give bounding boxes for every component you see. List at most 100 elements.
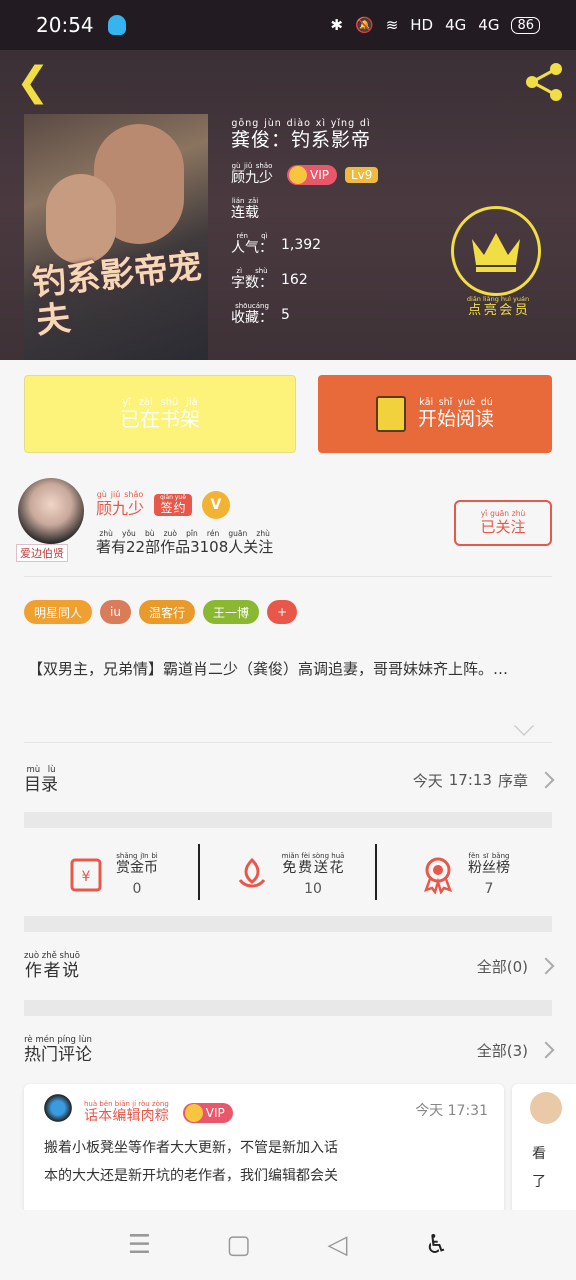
cover-figure	[46, 174, 116, 264]
avatar-badge: 爱边伯贤	[16, 544, 68, 562]
status-icons: ✱ 🔕 ≋ HD 4G 4G 86	[330, 16, 540, 34]
wifi-icon: ≋	[385, 16, 399, 34]
shelf-button[interactable]: 已在书架yǐ zài shū jià	[24, 375, 296, 453]
hot-comments-label: 热门评论rè mén píng lùn	[24, 1035, 92, 1065]
status-row: 连载lián zǎi	[231, 197, 259, 221]
expand-chevron-icon[interactable]	[514, 716, 534, 736]
flower-icon	[238, 857, 265, 888]
book-author[interactable]: 顾九少gù jiǔ shǎo	[231, 162, 273, 187]
signal-2: 4G	[478, 16, 500, 34]
start-reading-button[interactable]: 开始阅读kāi shǐ yuè dú	[318, 375, 552, 453]
author-says-row[interactable]: 作者说zuò zhě shuō 全部(0)	[24, 946, 555, 986]
book-icon	[375, 396, 406, 432]
vip-badge: VIP	[287, 164, 337, 185]
share-icon[interactable]	[522, 60, 566, 104]
accessibility-icon[interactable]: ♿	[423, 1230, 451, 1260]
action-buttons: 已在书架yǐ zài shū jià 开始阅读kāi shǐ yuè dú	[24, 375, 552, 453]
section-band	[24, 1000, 552, 1016]
chevron-right-icon	[537, 771, 555, 789]
crown-icon	[472, 233, 520, 272]
member-button[interactable]	[451, 206, 541, 296]
gift-row: ¥ 赏金币shǎng jīn bì 0 免费送花miǎn fèi sòng huā…	[24, 838, 552, 910]
crown-icon	[289, 165, 307, 184]
hot-comments-row[interactable]: 热门评论rè mén píng lùn 全部(3)	[24, 1030, 555, 1070]
comment-text: 搬着小板凳坐等作者大大更新，不管是新加入话 本的大大还是新开坑的老作者，我们编辑…	[44, 1140, 338, 1184]
commenter-avatar[interactable]	[42, 1092, 74, 1124]
chevron-right-icon	[537, 957, 555, 975]
author-says-all[interactable]: 全部(0)	[477, 956, 555, 977]
book-intro[interactable]: 【双男主，兄弟情】霸道肖二少（龚俊）高调追妻，哥哥妹妹齐上阵。…	[28, 654, 548, 684]
section-band	[24, 812, 552, 828]
send-flower-button[interactable]: 免费送花miǎn fèi sòng huā 10	[200, 838, 376, 910]
reward-count: 0	[132, 880, 142, 897]
catalog-label: 目录mù lù	[24, 765, 58, 795]
serial-status: 连载	[231, 205, 259, 221]
signed-badge: 签约qiān yuē	[154, 493, 192, 516]
author-row: 顾九少gù jiǔ shǎo VIP Lv9	[231, 162, 379, 187]
member-label[interactable]: 点亮会员diǎn liàng huì yuán	[456, 295, 540, 318]
book-title: 龚俊：钓系影帝gōng jùn diào xì yǐng dì	[231, 118, 372, 151]
battery-level: 86	[511, 16, 540, 34]
tag-item[interactable]: 王一博	[202, 600, 259, 624]
book-header: ❮ 钓系影帝宠夫 龚俊：钓系影帝gōng jùn diào xì yǐng dì…	[0, 50, 576, 360]
mute-icon: 🔕	[355, 16, 374, 34]
back-triangle-icon[interactable]: ◁	[324, 1230, 352, 1260]
hd-label: HD	[410, 16, 434, 34]
home-icon[interactable]: ▢	[225, 1230, 253, 1260]
svg-text:¥: ¥	[82, 869, 91, 885]
status-bar: 20:54 ✱ 🔕 ≋ HD 4G 4G 86	[0, 0, 576, 50]
collect-value: 5	[281, 306, 290, 323]
reward-coins-button[interactable]: ¥ 赏金币shǎng jīn bì 0	[24, 838, 200, 910]
level-badge: Lv9	[344, 166, 379, 183]
divider	[24, 576, 552, 577]
words-value: 162	[281, 271, 308, 288]
commenter-name: 话本编辑肉粽	[84, 1108, 169, 1124]
author-stats: 著有22部作品3108人关注zhù yǒu bù zuò pǐn rén guā…	[96, 529, 274, 556]
tag-item[interactable]: 明星同人	[24, 600, 93, 624]
comment-text: 看 了	[532, 1146, 546, 1190]
popularity-value: 1,392	[281, 236, 322, 253]
words-row: 字数：zì shù 162	[231, 267, 308, 291]
menu-icon[interactable]: ☰	[126, 1230, 154, 1260]
author-says-label: 作者说zuò zhě shuō	[24, 951, 80, 981]
book-info: 龚俊：钓系影帝gōng jùn diào xì yǐng dì 顾九少gù ji…	[231, 118, 379, 327]
catalog-day: 今天	[412, 771, 443, 790]
author-name[interactable]: 顾九少gù jiǔ shǎo	[96, 490, 144, 519]
add-tag-button[interactable]: +	[267, 600, 298, 624]
tag-list: 明星同人 iu 温客行 王一博 +	[24, 600, 298, 624]
comment-card[interactable]: 看 了	[512, 1084, 576, 1214]
fan-ranking-button[interactable]: 粉丝榜fěn sī bǎng 7	[376, 838, 552, 910]
hot-comments-all[interactable]: 全部(3)	[477, 1040, 555, 1061]
medal-icon	[423, 857, 453, 894]
book-cover[interactable]: 钓系影帝宠夫	[24, 114, 208, 360]
tag-item[interactable]: iu	[100, 600, 131, 624]
back-icon[interactable]: ❮	[16, 62, 52, 104]
comment-card[interactable]: 话本编辑肉粽huà běn biān jí ròu zòng VIP 今天 17…	[24, 1084, 504, 1214]
qq-icon	[107, 15, 126, 35]
catalog-row[interactable]: 目录mù lù 今天 17:13 序章	[24, 760, 555, 800]
red-envelope-icon: ¥	[70, 858, 102, 892]
section-band	[24, 916, 552, 932]
popularity-row: 人气：rén qì 1,392	[231, 232, 322, 256]
commenter-avatar	[530, 1092, 562, 1124]
chevron-right-icon	[537, 1041, 555, 1059]
system-nav-bar: ☰ ▢ ◁ ♿	[0, 1210, 576, 1280]
author-name-row: 顾九少gù jiǔ shǎo 签约qiān yuē V	[96, 490, 230, 519]
signal-1: 4G	[445, 16, 467, 34]
bluetooth-icon: ✱	[330, 16, 343, 34]
catalog-chapter: 序章	[497, 771, 528, 790]
collect-row: 收藏：shōucáng 5	[231, 302, 290, 326]
status-time: 20:54	[36, 13, 94, 37]
vip-badge: VIP	[182, 1102, 233, 1123]
follow-button[interactable]: 已关注yǐ guān zhù	[454, 500, 552, 546]
author-card: 爱边伯贤 顾九少gù jiǔ shǎo 签约qiān yuē V 著有22部作品…	[16, 478, 560, 572]
divider	[24, 742, 552, 743]
author-avatar[interactable]	[18, 478, 84, 544]
verified-icon: V	[201, 490, 230, 519]
tag-item[interactable]: 温客行	[138, 600, 195, 624]
flower-count: 10	[304, 880, 322, 897]
cover-title: 钓系影帝宠夫	[30, 246, 204, 342]
fan-count: 7	[484, 880, 494, 897]
crown-icon	[184, 1103, 203, 1122]
comment-time: 今天 17:31	[415, 1103, 488, 1119]
